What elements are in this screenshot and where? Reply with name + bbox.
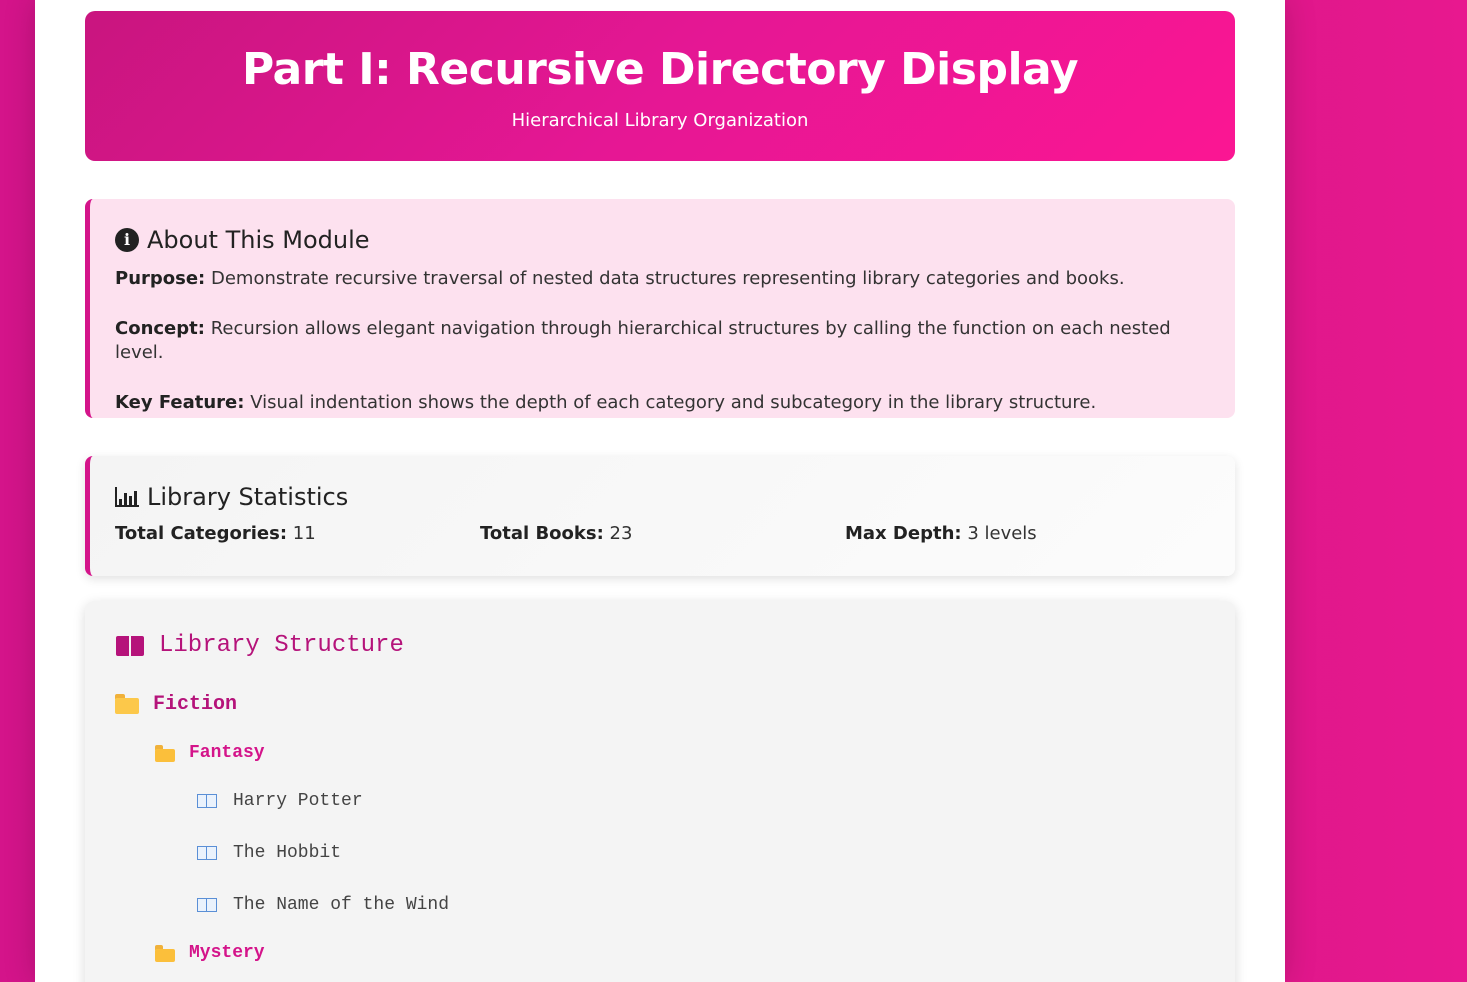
stat-max-depth: Max Depth: 3 levels	[845, 522, 1210, 546]
stat-books-value: 23	[603, 523, 633, 544]
bar-chart-icon	[115, 487, 139, 507]
stat-total-categories: Total Categories: 11	[115, 522, 480, 546]
category-label: Mystery	[189, 943, 265, 963]
feature-text: Visual indentation shows the depth of ea…	[244, 392, 1097, 413]
purpose-text: Demonstrate recursive traversal of neste…	[205, 268, 1125, 289]
concept-line: Concept: Recursion allows elegant naviga…	[115, 317, 1210, 365]
about-title-row: i About This Module	[115, 225, 1210, 255]
stats-title-row: Library Statistics	[115, 482, 1210, 512]
open-folder-icon	[155, 944, 175, 962]
tree-category-mystery[interactable]: Mystery	[115, 938, 1205, 968]
page-subtitle: Hierarchical Library Organization	[511, 110, 809, 131]
stat-categories-label: Total Categories:	[115, 523, 288, 544]
stat-depth-value: 3 levels	[961, 523, 1037, 544]
concept-label: Concept:	[115, 318, 205, 339]
category-label: Fiction	[153, 692, 238, 716]
book-icon	[197, 846, 217, 860]
about-module-panel: i About This Module Purpose: Demonstrate…	[85, 199, 1235, 418]
book-icon	[197, 794, 217, 808]
folder-icon	[115, 694, 139, 714]
page-title: Part I: Recursive Directory Display	[241, 44, 1079, 95]
feature-label: Key Feature:	[115, 392, 245, 413]
page-container: Part I: Recursive Directory Display Hier…	[35, 0, 1285, 982]
tree-book-item[interactable]: The Hobbit	[115, 838, 1205, 868]
tree-book-item[interactable]: The Name of the Wind	[115, 890, 1205, 920]
tree-category-fantasy[interactable]: Fantasy	[115, 738, 1205, 768]
purpose-line: Purpose: Demonstrate recursive traversal…	[115, 267, 1210, 291]
open-book-icon	[115, 634, 145, 658]
stat-books-label: Total Books:	[480, 523, 604, 544]
stats-row: Total Categories: 11 Total Books: 23 Max…	[115, 522, 1210, 546]
page-header: Part I: Recursive Directory Display Hier…	[85, 11, 1235, 161]
tree-category-fiction[interactable]: Fiction	[115, 689, 1205, 719]
about-title: About This Module	[147, 226, 370, 254]
purpose-label: Purpose:	[115, 268, 206, 289]
concept-text: Recursion allows elegant navigation thro…	[115, 318, 1171, 363]
book-label: The Hobbit	[233, 843, 342, 863]
book-label: Harry Potter	[233, 791, 363, 811]
directory-tree: Fiction Fantasy Harry Potter The Hobbit …	[115, 689, 1205, 968]
book-label: The Name of the Wind	[233, 895, 450, 915]
structure-title: Library Structure	[159, 632, 404, 659]
feature-line: Key Feature: Visual indentation shows th…	[115, 391, 1210, 415]
open-folder-icon	[155, 744, 175, 762]
stats-title: Library Statistics	[147, 483, 349, 511]
category-label: Fantasy	[189, 743, 265, 763]
stat-depth-label: Max Depth:	[845, 523, 962, 544]
structure-title-row: Library Structure	[115, 631, 1205, 661]
tree-book-item[interactable]: Harry Potter	[115, 786, 1205, 816]
library-structure-panel: Library Structure Fiction Fantasy Harry …	[85, 601, 1235, 982]
book-icon	[197, 898, 217, 912]
stat-total-books: Total Books: 23	[480, 522, 845, 546]
stat-categories-value: 11	[287, 523, 316, 544]
info-circle-icon: i	[115, 228, 139, 252]
library-statistics-panel: Library Statistics Total Categories: 11 …	[85, 456, 1235, 576]
